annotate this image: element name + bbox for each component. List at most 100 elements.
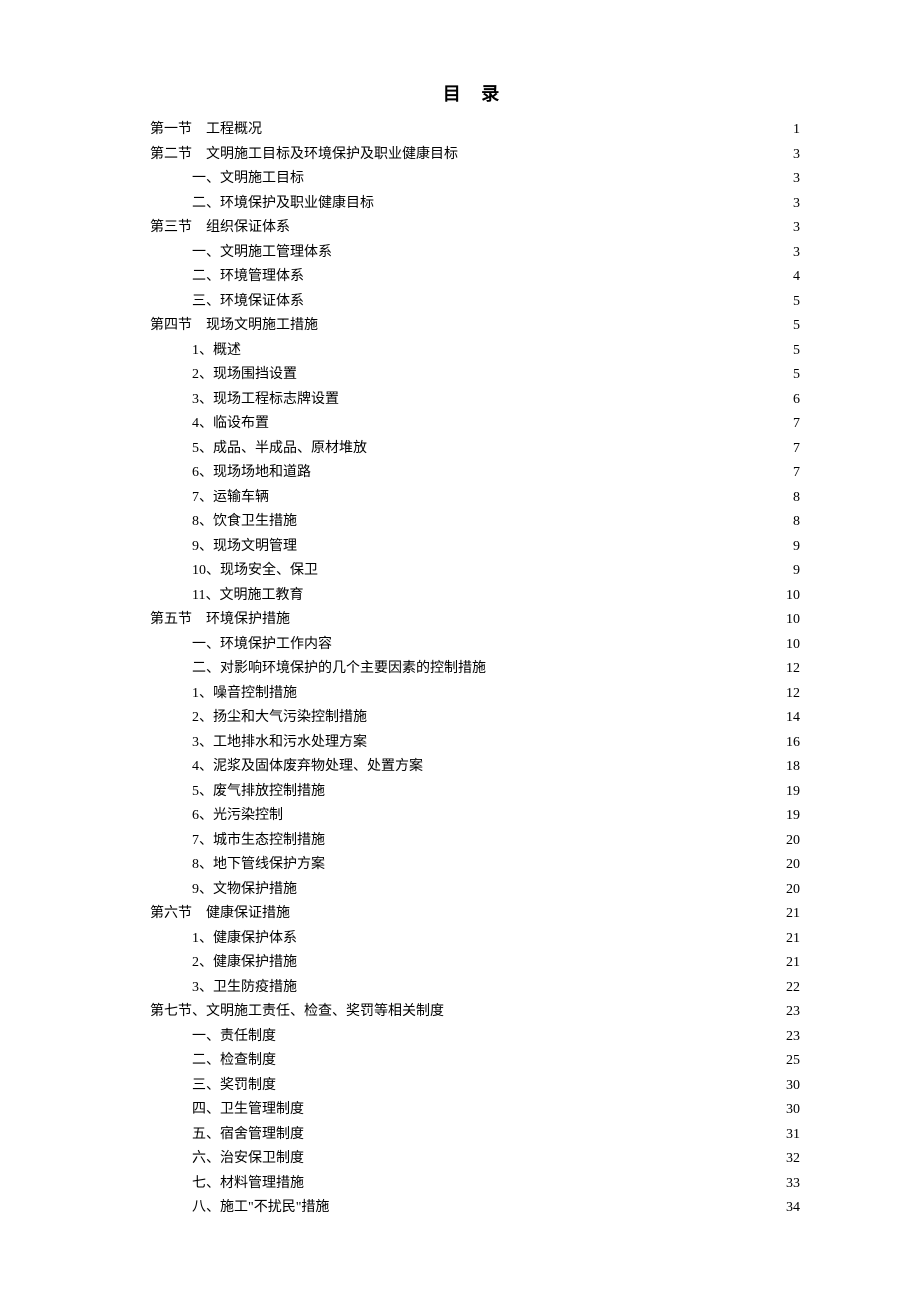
toc-entry-label: 三、奖罚制度 — [192, 1074, 276, 1099]
toc-entry-page: 21 — [786, 927, 800, 952]
toc-entry-label: 2、现场围挡设置 — [192, 363, 297, 388]
toc-entry[interactable]: 6、现场场地和道路 7 — [150, 461, 800, 486]
toc-entry-label: 7、城市生态控制措施 — [192, 829, 325, 854]
toc-entry-page: 3 — [793, 241, 800, 266]
toc-entry-text: 一、文明施工目标 — [192, 171, 304, 186]
toc-entry[interactable]: 第七节、文明施工责任、检查、奖罚等相关制度23 — [150, 1000, 800, 1025]
toc-entry-text: 11、文明施工教育 — [192, 588, 303, 603]
toc-entry-text: 4、泥浆及固体废弃物处理、处置方案 — [192, 759, 423, 774]
toc-entry-text: 7、运输车辆 — [192, 490, 269, 505]
toc-entry[interactable]: 4、临设布置7 — [150, 412, 800, 437]
toc-entry-label: 一、责任制度 — [192, 1025, 276, 1050]
toc-entry-label: 8、饮食卫生措施 — [192, 510, 297, 535]
toc-entry[interactable]: 1、噪音控制措施 12 — [150, 682, 800, 707]
toc-entry[interactable]: 1、概述5 — [150, 339, 800, 364]
toc-entry-label: 四、卫生管理制度 — [192, 1098, 304, 1123]
toc-entry-label: 五、宿舍管理制度 — [192, 1123, 304, 1148]
toc-entry-text: 健康保证措施 — [206, 906, 290, 921]
toc-entry-label: 10、现场安全、保卫 — [192, 559, 318, 584]
toc-entry-page: 9 — [793, 535, 800, 560]
toc-entry-text: 八、施工"不扰民"措施 — [192, 1200, 329, 1215]
toc-entry[interactable]: 二、对影响环境保护的几个主要因素的控制措施12 — [150, 657, 800, 682]
toc-entry-page: 23 — [786, 1000, 800, 1025]
toc-entry[interactable]: 六、治安保卫制度32 — [150, 1147, 800, 1172]
toc-entry[interactable]: 8、地下管线保护方案 20 — [150, 853, 800, 878]
toc-entry-label: 一、环境保护工作内容 — [192, 633, 332, 658]
toc-entry-label: 第六节健康保证措施 — [150, 902, 290, 927]
toc-entry[interactable]: 一、文明施工管理体系 3 — [150, 241, 800, 266]
toc-entry[interactable]: 3、卫生防疫措施22 — [150, 976, 800, 1001]
toc-entry[interactable]: 二、检查制度25 — [150, 1049, 800, 1074]
toc-entry-text: 工程概况 — [206, 122, 262, 137]
toc-entry-text: 二、环境管理体系 — [192, 269, 304, 284]
toc-entry-label: 二、环境管理体系 — [192, 265, 304, 290]
toc-entry-label: 二、检查制度 — [192, 1049, 276, 1074]
toc-entry[interactable]: 第五节环境保护措施10 — [150, 608, 800, 633]
toc-entry[interactable]: 一、文明施工目标3 — [150, 167, 800, 192]
toc-entry[interactable]: 10、现场安全、保卫9 — [150, 559, 800, 584]
toc-entry[interactable]: 第六节健康保证措施21 — [150, 902, 800, 927]
toc-entry-text: 10、现场安全、保卫 — [192, 563, 318, 578]
toc-entry[interactable]: 3、工地排水和污水处理方案16 — [150, 731, 800, 756]
toc-entry[interactable]: 11、文明施工教育10 — [150, 584, 800, 609]
toc-entry[interactable]: 第二节文明施工目标及环境保护及职业健康目标3 — [150, 143, 800, 168]
toc-entry[interactable]: 二、环境管理体系4 — [150, 265, 800, 290]
toc-entry[interactable]: 6、光污染控制19 — [150, 804, 800, 829]
toc-entry[interactable]: 七、材料管理措施33 — [150, 1172, 800, 1197]
toc-entry[interactable]: 五、宿舍管理制度 31 — [150, 1123, 800, 1148]
toc-entry[interactable]: 2、扬尘和大气污染控制措施14 — [150, 706, 800, 731]
toc-entry-page: 6 — [793, 388, 800, 413]
toc-entry[interactable]: 二、环境保护及职业健康目标3 — [150, 192, 800, 217]
toc-entry-label: 3、现场工程标志牌设置 — [192, 388, 339, 413]
toc-entry[interactable]: 八、施工"不扰民"措施 34 — [150, 1196, 800, 1221]
toc-entry-label: 1、噪音控制措施 — [192, 682, 297, 707]
toc-entry[interactable]: 4、泥浆及固体废弃物处理、处置方案18 — [150, 755, 800, 780]
toc-entry-text: 6、现场场地和道路 — [192, 465, 311, 480]
toc-entry[interactable]: 2、现场围挡设置5 — [150, 363, 800, 388]
toc-entry-label: 11、文明施工教育 — [192, 584, 303, 609]
toc-entry-label: 第四节现场文明施工措施 — [150, 314, 318, 339]
toc-entry-text: 1、噪音控制措施 — [192, 686, 297, 701]
toc-entry-page: 31 — [786, 1123, 800, 1148]
toc-entry-text: 一、文明施工管理体系 — [192, 245, 332, 260]
toc-entry[interactable]: 一、环境保护工作内容 10 — [150, 633, 800, 658]
toc-entry[interactable]: 5、成品、半成品、原材堆放7 — [150, 437, 800, 462]
toc-entry-page: 20 — [786, 853, 800, 878]
toc-entry-text: 文明施工目标及环境保护及职业健康目标 — [206, 147, 458, 162]
toc-entry-page: 7 — [793, 461, 800, 486]
toc-entry-label: 六、治安保卫制度 — [192, 1147, 304, 1172]
toc-entry-page: 12 — [786, 682, 800, 707]
toc-entry-page: 10 — [786, 633, 800, 658]
toc-entry[interactable]: 第一节工程概况1 — [150, 118, 800, 143]
toc-entry[interactable]: 7、运输车辆8 — [150, 486, 800, 511]
toc-entry[interactable]: 1、健康保护体系21 — [150, 927, 800, 952]
toc-entry[interactable]: 8、饮食卫生措施8 — [150, 510, 800, 535]
toc-entry-text: 2、现场围挡设置 — [192, 367, 297, 382]
toc-entry-page: 34 — [786, 1196, 800, 1221]
toc-entry-label: 9、文物保护措施 — [192, 878, 297, 903]
toc-entry-label: 3、卫生防疫措施 — [192, 976, 297, 1001]
toc-entry-text: 3、现场工程标志牌设置 — [192, 392, 339, 407]
toc-entry[interactable]: 7、城市生态控制措施20 — [150, 829, 800, 854]
toc-entry[interactable]: 2、健康保护措施21 — [150, 951, 800, 976]
toc-entry[interactable]: 3、现场工程标志牌设置 6 — [150, 388, 800, 413]
toc-entry[interactable]: 9、文物保护措施 20 — [150, 878, 800, 903]
toc-entry[interactable]: 9、现场文明管理9 — [150, 535, 800, 560]
toc-entry-prefix: 第五节 — [150, 608, 192, 633]
toc-entry[interactable]: 三、环境保证体系5 — [150, 290, 800, 315]
toc-entry-label: 三、环境保证体系 — [192, 290, 304, 315]
toc-entry[interactable]: 一、责任制度23 — [150, 1025, 800, 1050]
toc-entry-text: 8、地下管线保护方案 — [192, 857, 325, 872]
toc-entry-label: 6、现场场地和道路 — [192, 461, 311, 486]
toc-entry-prefix: 第三节 — [150, 216, 192, 241]
toc-entry-page: 20 — [786, 878, 800, 903]
toc-entry[interactable]: 5、废气排放控制措施19 — [150, 780, 800, 805]
toc-entry-page: 21 — [786, 951, 800, 976]
toc-entry-text: 五、宿舍管理制度 — [192, 1127, 304, 1142]
toc-entry-text: 3、卫生防疫措施 — [192, 980, 297, 995]
toc-entry[interactable]: 三、奖罚制度30 — [150, 1074, 800, 1099]
toc-entry[interactable]: 第四节现场文明施工措施5 — [150, 314, 800, 339]
toc-entry[interactable]: 第三节组织保证体系3 — [150, 216, 800, 241]
toc-entry[interactable]: 四、卫生管理制度30 — [150, 1098, 800, 1123]
toc-entry-page: 1 — [793, 118, 800, 143]
